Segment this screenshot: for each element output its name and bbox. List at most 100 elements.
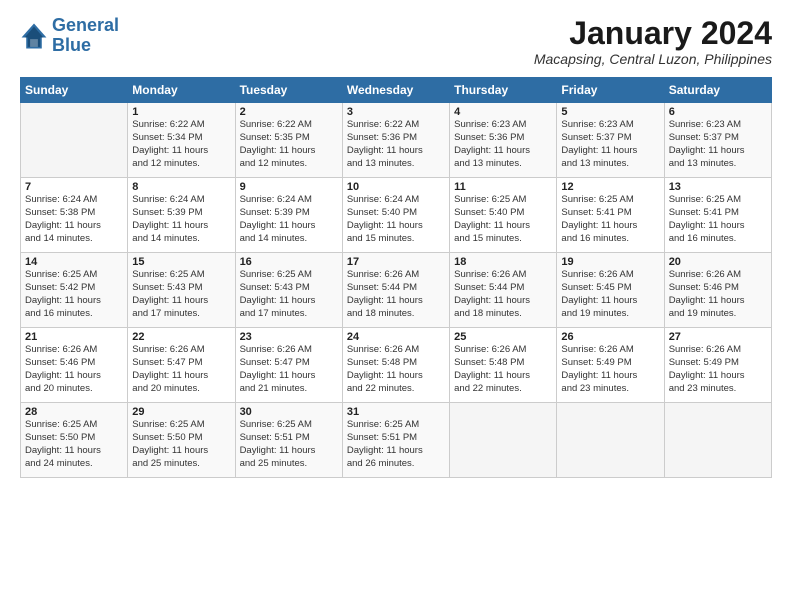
day-info: Sunrise: 6:26 AM Sunset: 5:44 PM Dayligh… bbox=[454, 269, 552, 320]
day-info: Sunrise: 6:25 AM Sunset: 5:40 PM Dayligh… bbox=[454, 194, 552, 245]
day-info: Sunrise: 6:25 AM Sunset: 5:43 PM Dayligh… bbox=[132, 269, 230, 320]
day-number: 12 bbox=[561, 181, 659, 193]
day-info: Sunrise: 6:24 AM Sunset: 5:38 PM Dayligh… bbox=[25, 194, 123, 245]
calendar-cell: 26Sunrise: 6:26 AM Sunset: 5:49 PM Dayli… bbox=[557, 328, 664, 403]
calendar-header-wednesday: Wednesday bbox=[342, 78, 449, 103]
day-number: 23 bbox=[240, 331, 338, 343]
day-info: Sunrise: 6:26 AM Sunset: 5:47 PM Dayligh… bbox=[240, 344, 338, 395]
day-number: 27 bbox=[669, 331, 767, 343]
calendar-week-row: 14Sunrise: 6:25 AM Sunset: 5:42 PM Dayli… bbox=[21, 253, 772, 328]
calendar-cell: 10Sunrise: 6:24 AM Sunset: 5:40 PM Dayli… bbox=[342, 178, 449, 253]
calendar-cell bbox=[21, 103, 128, 178]
calendar-cell: 3Sunrise: 6:22 AM Sunset: 5:36 PM Daylig… bbox=[342, 103, 449, 178]
logo-icon bbox=[20, 22, 48, 50]
calendar-cell: 23Sunrise: 6:26 AM Sunset: 5:47 PM Dayli… bbox=[235, 328, 342, 403]
day-number: 3 bbox=[347, 106, 445, 118]
header: General Blue January 2024 Macapsing, Cen… bbox=[20, 16, 772, 67]
calendar-cell bbox=[664, 403, 771, 478]
day-info: Sunrise: 6:22 AM Sunset: 5:35 PM Dayligh… bbox=[240, 119, 338, 170]
day-number: 13 bbox=[669, 181, 767, 193]
day-number: 14 bbox=[25, 256, 123, 268]
day-number: 20 bbox=[669, 256, 767, 268]
calendar-cell: 27Sunrise: 6:26 AM Sunset: 5:49 PM Dayli… bbox=[664, 328, 771, 403]
day-number: 30 bbox=[240, 406, 338, 418]
calendar-cell: 18Sunrise: 6:26 AM Sunset: 5:44 PM Dayli… bbox=[450, 253, 557, 328]
day-number: 11 bbox=[454, 181, 552, 193]
calendar-header-monday: Monday bbox=[128, 78, 235, 103]
day-info: Sunrise: 6:25 AM Sunset: 5:50 PM Dayligh… bbox=[132, 419, 230, 470]
day-info: Sunrise: 6:25 AM Sunset: 5:50 PM Dayligh… bbox=[25, 419, 123, 470]
calendar-table: SundayMondayTuesdayWednesdayThursdayFrid… bbox=[20, 77, 772, 478]
logo-text: General Blue bbox=[52, 16, 119, 56]
day-number: 16 bbox=[240, 256, 338, 268]
main-title: January 2024 bbox=[534, 16, 772, 51]
day-info: Sunrise: 6:23 AM Sunset: 5:36 PM Dayligh… bbox=[454, 119, 552, 170]
day-number: 8 bbox=[132, 181, 230, 193]
day-info: Sunrise: 6:26 AM Sunset: 5:46 PM Dayligh… bbox=[669, 269, 767, 320]
calendar-cell: 29Sunrise: 6:25 AM Sunset: 5:50 PM Dayli… bbox=[128, 403, 235, 478]
calendar-cell: 17Sunrise: 6:26 AM Sunset: 5:44 PM Dayli… bbox=[342, 253, 449, 328]
day-number: 6 bbox=[669, 106, 767, 118]
day-number: 5 bbox=[561, 106, 659, 118]
calendar-header-sunday: Sunday bbox=[21, 78, 128, 103]
day-number: 10 bbox=[347, 181, 445, 193]
day-info: Sunrise: 6:24 AM Sunset: 5:39 PM Dayligh… bbox=[240, 194, 338, 245]
calendar-cell: 19Sunrise: 6:26 AM Sunset: 5:45 PM Dayli… bbox=[557, 253, 664, 328]
logo-line1: General bbox=[52, 15, 119, 35]
calendar-cell: 9Sunrise: 6:24 AM Sunset: 5:39 PM Daylig… bbox=[235, 178, 342, 253]
day-number: 17 bbox=[347, 256, 445, 268]
day-number: 28 bbox=[25, 406, 123, 418]
day-number: 25 bbox=[454, 331, 552, 343]
day-number: 21 bbox=[25, 331, 123, 343]
day-info: Sunrise: 6:25 AM Sunset: 5:51 PM Dayligh… bbox=[347, 419, 445, 470]
calendar-cell: 15Sunrise: 6:25 AM Sunset: 5:43 PM Dayli… bbox=[128, 253, 235, 328]
day-number: 29 bbox=[132, 406, 230, 418]
calendar-cell: 14Sunrise: 6:25 AM Sunset: 5:42 PM Dayli… bbox=[21, 253, 128, 328]
day-info: Sunrise: 6:23 AM Sunset: 5:37 PM Dayligh… bbox=[561, 119, 659, 170]
calendar-cell: 8Sunrise: 6:24 AM Sunset: 5:39 PM Daylig… bbox=[128, 178, 235, 253]
day-number: 18 bbox=[454, 256, 552, 268]
day-number: 24 bbox=[347, 331, 445, 343]
day-info: Sunrise: 6:24 AM Sunset: 5:40 PM Dayligh… bbox=[347, 194, 445, 245]
day-info: Sunrise: 6:23 AM Sunset: 5:37 PM Dayligh… bbox=[669, 119, 767, 170]
subtitle: Macapsing, Central Luzon, Philippines bbox=[534, 51, 772, 67]
day-info: Sunrise: 6:25 AM Sunset: 5:42 PM Dayligh… bbox=[25, 269, 123, 320]
calendar-cell: 4Sunrise: 6:23 AM Sunset: 5:36 PM Daylig… bbox=[450, 103, 557, 178]
day-number: 15 bbox=[132, 256, 230, 268]
day-info: Sunrise: 6:25 AM Sunset: 5:43 PM Dayligh… bbox=[240, 269, 338, 320]
calendar-cell: 11Sunrise: 6:25 AM Sunset: 5:40 PM Dayli… bbox=[450, 178, 557, 253]
calendar-cell: 1Sunrise: 6:22 AM Sunset: 5:34 PM Daylig… bbox=[128, 103, 235, 178]
logo-line2: Blue bbox=[52, 35, 91, 55]
day-info: Sunrise: 6:24 AM Sunset: 5:39 PM Dayligh… bbox=[132, 194, 230, 245]
calendar-cell: 30Sunrise: 6:25 AM Sunset: 5:51 PM Dayli… bbox=[235, 403, 342, 478]
calendar-week-row: 7Sunrise: 6:24 AM Sunset: 5:38 PM Daylig… bbox=[21, 178, 772, 253]
calendar-cell: 13Sunrise: 6:25 AM Sunset: 5:41 PM Dayli… bbox=[664, 178, 771, 253]
day-number: 9 bbox=[240, 181, 338, 193]
logo: General Blue bbox=[20, 16, 119, 56]
calendar-cell: 12Sunrise: 6:25 AM Sunset: 5:41 PM Dayli… bbox=[557, 178, 664, 253]
calendar-cell: 2Sunrise: 6:22 AM Sunset: 5:35 PM Daylig… bbox=[235, 103, 342, 178]
calendar-header-saturday: Saturday bbox=[664, 78, 771, 103]
calendar-header-thursday: Thursday bbox=[450, 78, 557, 103]
calendar-cell: 22Sunrise: 6:26 AM Sunset: 5:47 PM Dayli… bbox=[128, 328, 235, 403]
title-block: January 2024 Macapsing, Central Luzon, P… bbox=[534, 16, 772, 67]
calendar-cell: 16Sunrise: 6:25 AM Sunset: 5:43 PM Dayli… bbox=[235, 253, 342, 328]
calendar-cell: 5Sunrise: 6:23 AM Sunset: 5:37 PM Daylig… bbox=[557, 103, 664, 178]
calendar-cell: 21Sunrise: 6:26 AM Sunset: 5:46 PM Dayli… bbox=[21, 328, 128, 403]
day-number: 31 bbox=[347, 406, 445, 418]
day-info: Sunrise: 6:26 AM Sunset: 5:49 PM Dayligh… bbox=[669, 344, 767, 395]
day-info: Sunrise: 6:26 AM Sunset: 5:44 PM Dayligh… bbox=[347, 269, 445, 320]
day-number: 4 bbox=[454, 106, 552, 118]
calendar-cell: 31Sunrise: 6:25 AM Sunset: 5:51 PM Dayli… bbox=[342, 403, 449, 478]
calendar-cell: 24Sunrise: 6:26 AM Sunset: 5:48 PM Dayli… bbox=[342, 328, 449, 403]
day-info: Sunrise: 6:25 AM Sunset: 5:41 PM Dayligh… bbox=[561, 194, 659, 245]
calendar-week-row: 28Sunrise: 6:25 AM Sunset: 5:50 PM Dayli… bbox=[21, 403, 772, 478]
day-number: 26 bbox=[561, 331, 659, 343]
calendar-week-row: 21Sunrise: 6:26 AM Sunset: 5:46 PM Dayli… bbox=[21, 328, 772, 403]
calendar-cell: 7Sunrise: 6:24 AM Sunset: 5:38 PM Daylig… bbox=[21, 178, 128, 253]
day-info: Sunrise: 6:26 AM Sunset: 5:49 PM Dayligh… bbox=[561, 344, 659, 395]
day-info: Sunrise: 6:25 AM Sunset: 5:51 PM Dayligh… bbox=[240, 419, 338, 470]
day-info: Sunrise: 6:26 AM Sunset: 5:45 PM Dayligh… bbox=[561, 269, 659, 320]
calendar-cell: 25Sunrise: 6:26 AM Sunset: 5:48 PM Dayli… bbox=[450, 328, 557, 403]
day-number: 19 bbox=[561, 256, 659, 268]
